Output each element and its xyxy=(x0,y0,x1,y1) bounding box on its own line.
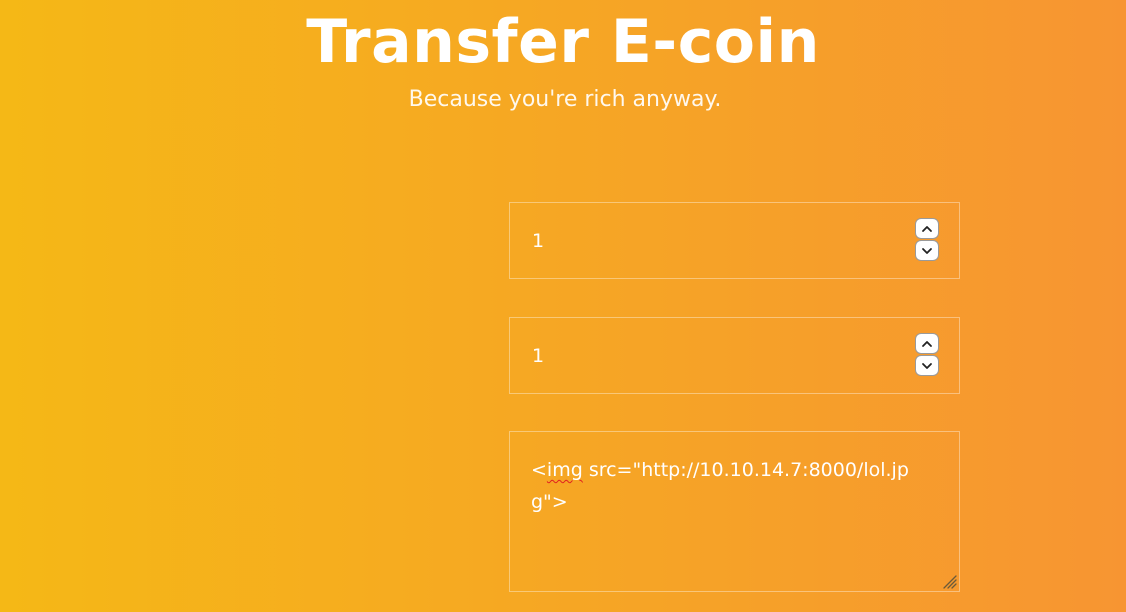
amount-input[interactable]: 1 xyxy=(509,202,960,279)
page-subtitle: Because you're rich anyway. xyxy=(408,87,722,112)
recipient-input-value: 1 xyxy=(532,345,545,367)
message-text-start: < xyxy=(531,459,547,481)
amount-decrement-button[interactable] xyxy=(915,240,939,261)
chevron-down-icon xyxy=(922,248,932,254)
amount-input-value: 1 xyxy=(532,230,545,252)
amount-increment-button[interactable] xyxy=(915,218,939,239)
recipient-stepper[interactable] xyxy=(915,333,939,377)
amount-stepper[interactable] xyxy=(915,218,939,262)
misspelled-word: img xyxy=(546,459,583,481)
chevron-down-icon xyxy=(922,363,932,369)
chevron-up-icon xyxy=(922,341,932,347)
message-text-rest: src="http://10.10.14.7:8000/lol.jpg"> xyxy=(531,459,909,513)
message-textarea[interactable]: <img src="http://10.10.14.7:8000/lol.jpg… xyxy=(509,431,960,592)
recipient-decrement-button[interactable] xyxy=(915,355,939,376)
recipient-increment-button[interactable] xyxy=(915,333,939,354)
message-textarea-value: <img src="http://10.10.14.7:8000/lol.jpg… xyxy=(531,454,941,518)
page-title: Transfer E-coin xyxy=(306,7,820,77)
resize-grip-icon[interactable] xyxy=(939,571,957,589)
chevron-up-icon xyxy=(922,226,932,232)
recipient-input[interactable]: 1 xyxy=(509,317,960,394)
